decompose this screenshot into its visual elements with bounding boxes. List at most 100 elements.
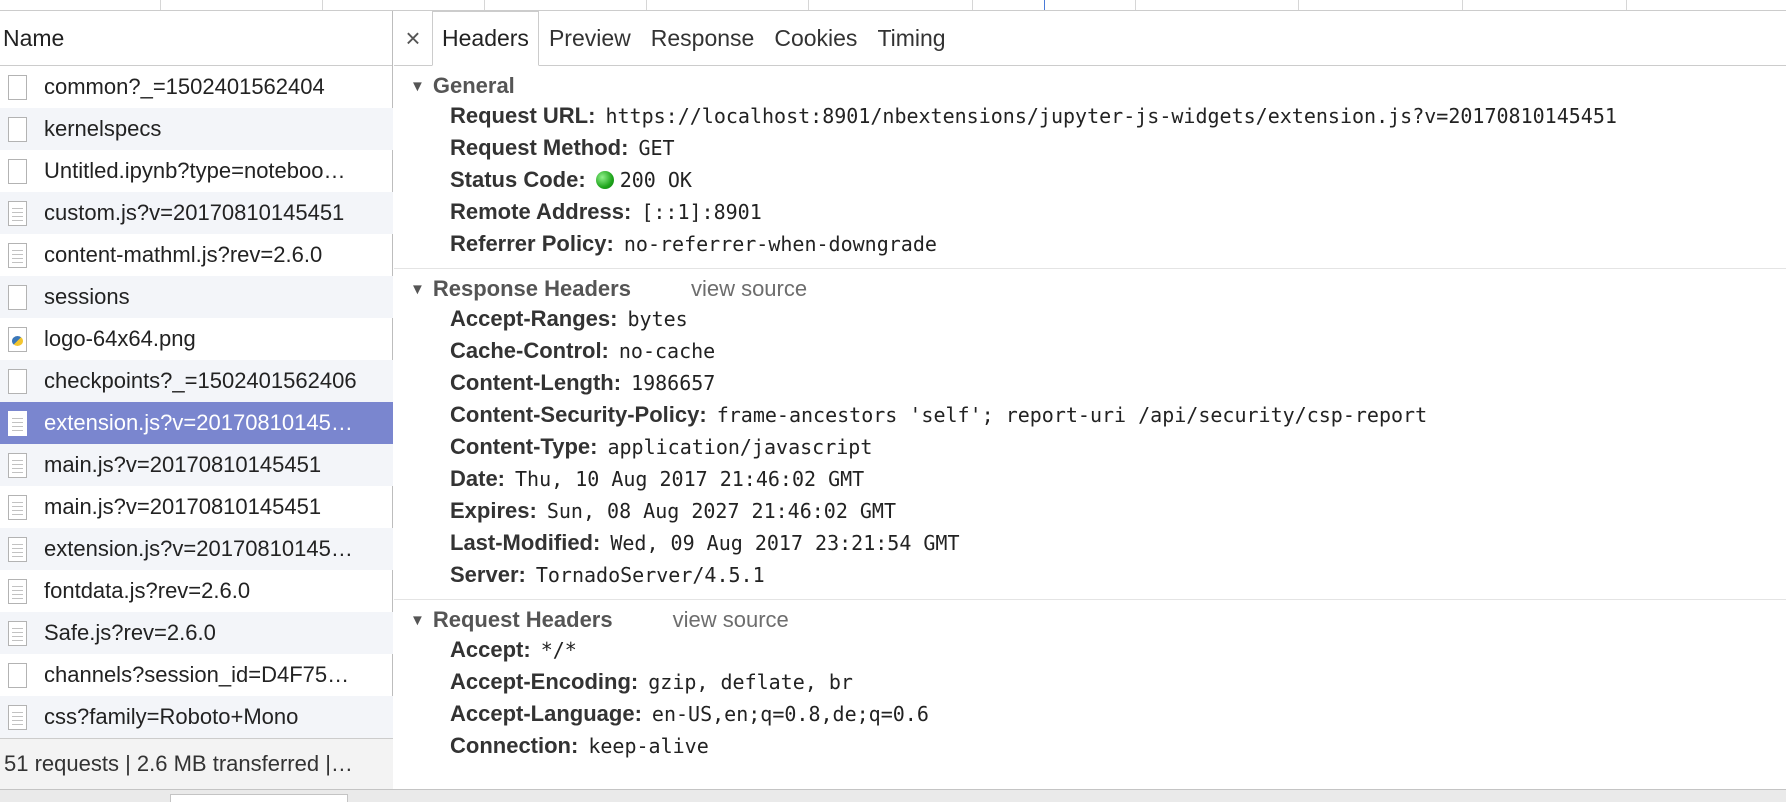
tab-response[interactable]: Response [641, 11, 765, 65]
script-file-icon [8, 242, 27, 268]
detail-tabbar: × Headers Preview Response Cookies Timin… [394, 11, 1786, 66]
header-row: Request URL: https://localhost:8901/nbext… [394, 100, 1786, 132]
document-icon [8, 284, 27, 310]
header-row: Date: Thu, 10 Aug 2017 21:46:02 GMT [394, 463, 1786, 495]
header-name: Cache-Control: [450, 338, 609, 363]
script-file-icon [8, 494, 27, 520]
request-row[interactable]: Untitled.ipynb?type=noteboo… [0, 150, 393, 192]
request-row[interactable]: checkpoints?_=1502401562406 [0, 360, 393, 402]
view-source-link[interactable]: view source [673, 607, 789, 633]
header-value: Sun, 08 Aug 2027 21:46:02 GMT [546, 499, 897, 523]
header-name: Content-Length: [450, 370, 622, 395]
request-row[interactable]: main.js?v=20170810145451 [0, 486, 393, 528]
expanded-triangle-icon: ▼ [410, 611, 425, 629]
request-name: main.js?v=20170810145451 [44, 494, 322, 519]
drawer-tab[interactable] [170, 794, 348, 802]
request-row[interactable]: extension.js?v=20170810145… [0, 402, 393, 444]
request-name: channels?session_id=D4F75… [44, 662, 350, 687]
request-row[interactable]: css?family=Roboto+Mono [0, 696, 393, 738]
request-headers-section: ▼ Request Headers view source Accept: */*… [394, 600, 1786, 770]
header-name: Accept: [450, 637, 531, 662]
header-value: 1986657 [631, 371, 716, 395]
header-name: Status Code: [450, 167, 586, 192]
header-value: */* [540, 638, 577, 662]
header-row: Status Code: 200 OK [394, 164, 1786, 196]
header-row: Server: TornadoServer/4.5.1 [394, 559, 1786, 591]
header-name: Content-Security-Policy: [450, 402, 707, 427]
header-value: frame-ancestors 'self'; report-uri /api/… [716, 403, 1428, 427]
header-name: Content-Type: [450, 434, 598, 459]
tab-preview[interactable]: Preview [539, 11, 641, 65]
request-row[interactable]: custom.js?v=20170810145451 [0, 192, 393, 234]
request-row[interactable]: content-mathml.js?rev=2.6.0 [0, 234, 393, 276]
header-row: Last-Modified: Wed, 09 Aug 2017 23:21:54 … [394, 527, 1786, 559]
header-value: Thu, 10 Aug 2017 21:46:02 GMT [515, 467, 865, 491]
request-headers-section-toggle[interactable]: ▼ Request Headers view source [394, 606, 1786, 634]
close-icon[interactable]: × [394, 11, 432, 65]
document-icon [8, 158, 27, 184]
request-name: sessions [44, 284, 130, 309]
header-row: Accept: */* [394, 634, 1786, 666]
waterfall-divider [1462, 0, 1463, 10]
script-file-icon [8, 578, 27, 604]
waterfall-divider [322, 0, 323, 10]
document-icon [8, 116, 27, 142]
tab-cookies[interactable]: Cookies [764, 11, 867, 65]
waterfall-divider [972, 0, 973, 10]
request-row[interactable]: logo-64x64.png [0, 318, 393, 360]
header-row: Remote Address: [::1]:8901 [394, 196, 1786, 228]
request-list-panel: Name common?_=1502401562404 kernelspecs Un… [0, 11, 393, 789]
script-file-icon [8, 452, 27, 478]
header-row: Accept-Encoding: gzip, deflate, br [394, 666, 1786, 698]
request-name: css?family=Roboto+Mono [44, 704, 299, 729]
request-row[interactable]: channels?session_id=D4F75… [0, 654, 393, 696]
header-name: Accept-Encoding: [450, 669, 639, 694]
waterfall-divider [646, 0, 647, 10]
expanded-triangle-icon: ▼ [410, 77, 425, 95]
request-name: extension.js?v=20170810145… [44, 410, 353, 435]
request-row[interactable]: kernelspecs [0, 108, 393, 150]
general-section: ▼ General Request URL: https://localhost:… [394, 66, 1786, 269]
request-name: extension.js?v=20170810145… [44, 536, 353, 561]
header-row: Expires: Sun, 08 Aug 2027 21:46:02 GMT [394, 495, 1786, 527]
request-row[interactable]: extension.js?v=20170810145… [0, 528, 393, 570]
request-row[interactable]: common?_=1502401562404 [0, 66, 393, 108]
response-headers-section-toggle[interactable]: ▼ Response Headers view source [394, 275, 1786, 303]
header-value: [::1]:8901 [641, 200, 762, 224]
header-row: Content-Length: 1986657 [394, 367, 1786, 399]
waterfall-divider [160, 0, 161, 10]
request-name: content-mathml.js?rev=2.6.0 [44, 242, 323, 267]
header-value: no-referrer-when-downgrade [623, 232, 937, 256]
waterfall-overview-strip [0, 0, 1786, 11]
header-row: Request Method: GET [394, 132, 1786, 164]
request-detail-panel: × Headers Preview Response Cookies Timin… [394, 11, 1786, 789]
header-row: Accept-Ranges: bytes [394, 303, 1786, 335]
header-name: Connection: [450, 733, 579, 758]
request-name: main.js?v=20170810145451 [44, 452, 322, 477]
waterfall-divider [1298, 0, 1299, 10]
header-row: Cache-Control: no-cache [394, 335, 1786, 367]
script-file-icon [8, 704, 27, 730]
header-name: Request URL: [450, 103, 596, 128]
request-row[interactable]: fontdata.js?rev=2.6.0 [0, 570, 393, 612]
image-file-icon [8, 326, 27, 352]
script-file-icon [8, 200, 27, 226]
request-name: kernelspecs [44, 116, 162, 141]
request-row[interactable]: sessions [0, 276, 393, 318]
header-value: TornadoServer/4.5.1 [535, 563, 765, 587]
tab-timing[interactable]: Timing [867, 11, 955, 65]
header-row: Content-Security-Policy: frame-ancestors … [394, 399, 1786, 431]
section-title: General [432, 73, 515, 98]
header-row: Referrer Policy: no-referrer-when-downgra… [394, 228, 1786, 260]
request-row[interactable]: Safe.js?rev=2.6.0 [0, 612, 393, 654]
request-row[interactable]: main.js?v=20170810145451 [0, 444, 393, 486]
header-value: GET [638, 136, 675, 160]
script-file-icon [8, 620, 27, 646]
name-column-header[interactable]: Name [0, 11, 392, 66]
tab-headers[interactable]: Headers [432, 11, 539, 66]
status-ok-icon [595, 171, 614, 189]
general-section-toggle[interactable]: ▼ General [394, 72, 1786, 100]
header-value: application/javascript [607, 435, 873, 459]
header-value: no-cache [618, 339, 716, 363]
view-source-link[interactable]: view source [691, 276, 807, 302]
